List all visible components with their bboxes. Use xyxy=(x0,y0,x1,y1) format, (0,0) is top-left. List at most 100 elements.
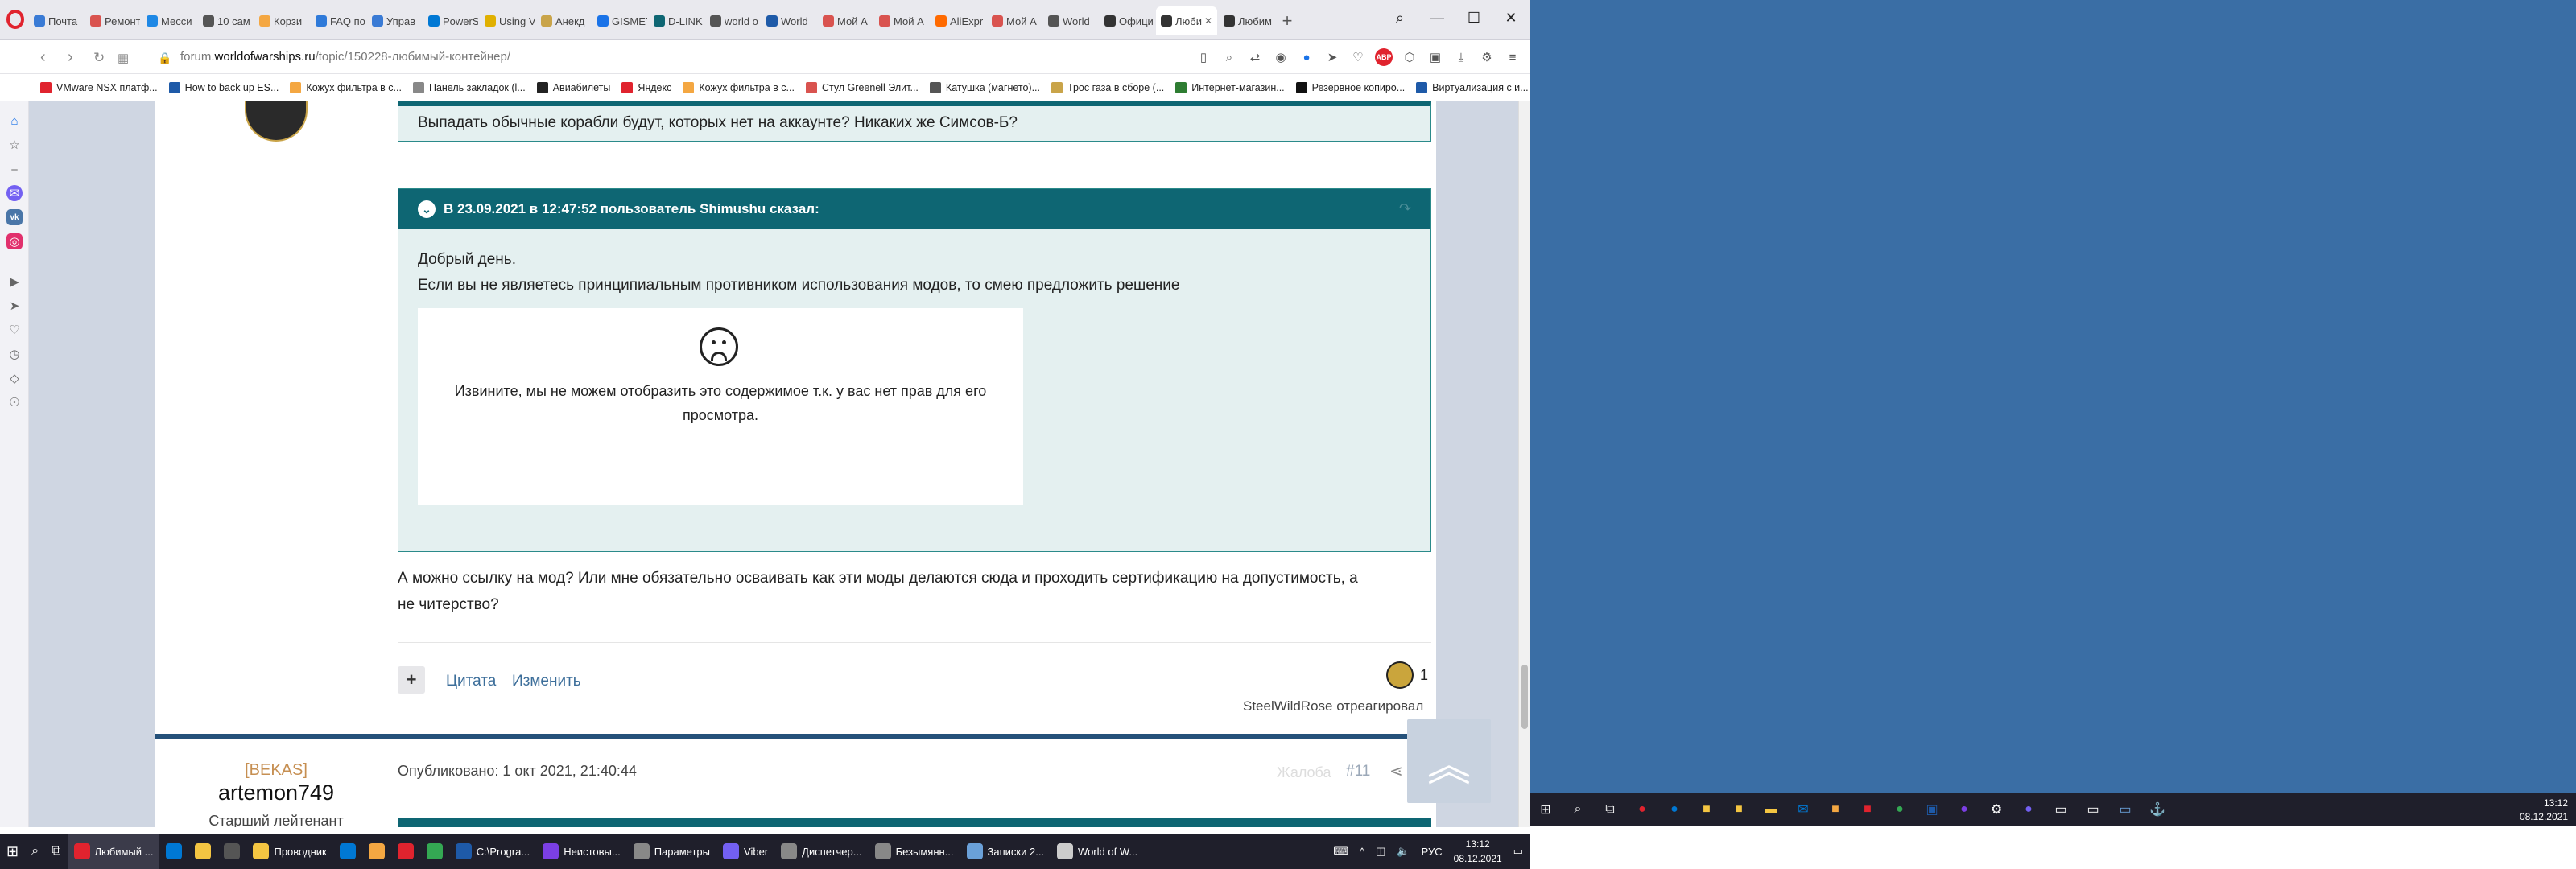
send-icon[interactable]: ➤ xyxy=(1323,48,1341,66)
bookmark-item[interactable]: How to back up ES... xyxy=(168,81,279,93)
browser-tab[interactable]: Любим xyxy=(1219,6,1274,35)
network-icon[interactable]: ◫ xyxy=(1376,845,1385,858)
scrollbar-thumb[interactable] xyxy=(1521,665,1528,729)
task-view-icon[interactable]: ⧉ xyxy=(1600,800,1620,819)
multiquote-button[interactable]: + xyxy=(398,666,425,694)
taskbar-app[interactable]: C:\Progra... xyxy=(449,834,536,869)
favorites-icon[interactable]: ♡ xyxy=(6,322,23,338)
browser-tab[interactable]: Месси xyxy=(142,6,196,35)
task-view-icon[interactable]: ⧉ xyxy=(45,834,67,869)
clock-icon[interactable]: ◷ xyxy=(6,346,23,362)
wallet-icon[interactable]: ▣ xyxy=(1426,48,1444,66)
clan-tag[interactable]: [BEKAS] xyxy=(216,761,336,780)
chevron-up-icon[interactable]: ^ xyxy=(1360,846,1364,858)
bookmark-item[interactable]: Яндекс xyxy=(621,81,671,93)
browser-tab[interactable]: FAQ по xyxy=(311,6,365,35)
browser-tab[interactable]: Using V xyxy=(480,6,535,35)
username[interactable]: artemon749 xyxy=(208,780,345,805)
taskbar-app[interactable]: Viber xyxy=(716,834,774,869)
bookmark-item[interactable]: Кожух фильтра в с... xyxy=(683,81,795,93)
browser-tab[interactable]: 10 сам xyxy=(198,6,253,35)
browser-tab[interactable]: Анекд xyxy=(536,6,591,35)
folder-icon[interactable]: ▬ xyxy=(1761,800,1781,819)
edit-link[interactable]: Изменить xyxy=(512,673,581,690)
browser-tab[interactable]: world o xyxy=(705,6,760,35)
url-field[interactable]: forum.worldofwarships.ru/topic/150228-лю… xyxy=(180,50,510,64)
bookmark-item[interactable]: Виртуализация с и... xyxy=(1416,81,1529,93)
browser-tab[interactable]: Мой A xyxy=(874,6,929,35)
notifications-icon[interactable]: ▭ xyxy=(1513,845,1523,858)
lightbulb-icon[interactable]: ☉ xyxy=(6,394,23,410)
box-icon[interactable]: ◇ xyxy=(6,370,23,386)
post-number[interactable]: #11 xyxy=(1346,763,1370,780)
settings-icon[interactable]: ⚙ xyxy=(1478,48,1496,66)
app-icon[interactable]: ■ xyxy=(1697,800,1716,819)
adblock-icon[interactable]: ABP xyxy=(1375,48,1393,66)
translate-icon[interactable]: ⇄ xyxy=(1246,48,1264,66)
home-icon[interactable]: ⌂ xyxy=(6,113,23,129)
share-icon[interactable]: ⋖ xyxy=(1389,761,1403,781)
app-icon[interactable]: ■ xyxy=(1826,800,1845,819)
history-icon[interactable]: ⎯ xyxy=(6,161,23,177)
taskbar-app[interactable] xyxy=(420,834,449,869)
browser-tab[interactable]: Ремонт xyxy=(85,6,140,35)
reacted-by[interactable]: SteelWildRose отреагировал xyxy=(1243,698,1423,715)
close-window-button[interactable]: ✕ xyxy=(1492,0,1530,35)
zoom-icon[interactable]: ⌕ xyxy=(1220,48,1238,66)
scroll-to-top-button[interactable]: ︽ xyxy=(1407,719,1491,803)
taskbar-app[interactable] xyxy=(362,834,391,869)
clock[interactable]: 13:12 08.12.2021 xyxy=(1454,837,1502,866)
taskbar-app[interactable] xyxy=(391,834,420,869)
star-icon[interactable]: ☆ xyxy=(6,137,23,153)
bookmark-item[interactable]: Кожух фильтра в с... xyxy=(290,81,402,93)
taskbar-app[interactable]: Параметры xyxy=(627,834,716,869)
store-icon[interactable]: ■ xyxy=(1729,800,1748,819)
viber-icon[interactable]: ● xyxy=(2019,800,2038,819)
terminal-icon[interactable]: ▣ xyxy=(1922,800,1942,819)
camera-icon[interactable]: ◉ xyxy=(1272,48,1290,66)
app-icon[interactable]: ▭ xyxy=(2083,800,2103,819)
browser-tab[interactable]: GISMET xyxy=(592,6,647,35)
taskbar-app[interactable]: Записки 2... xyxy=(960,834,1051,869)
player-icon[interactable]: ▶ xyxy=(6,274,23,290)
bookmark-item[interactable]: Стул Greenell Элит... xyxy=(805,81,919,93)
minimize-button[interactable]: — xyxy=(1418,0,1455,35)
app-icon[interactable]: ● xyxy=(1955,800,1974,819)
bookmark-item[interactable]: Катушка (магнето)... xyxy=(929,81,1040,93)
share-arrow-icon[interactable]: ↷ xyxy=(1399,200,1411,217)
back-button[interactable]: ‹ xyxy=(40,48,46,67)
messenger-icon[interactable]: ✉ xyxy=(6,185,23,201)
app-icon[interactable]: ▭ xyxy=(2116,800,2135,819)
new-tab-button[interactable]: + xyxy=(1275,6,1299,35)
taskbar-app[interactable]: Любимый ... xyxy=(67,834,160,869)
bookmark-item[interactable]: Авиабилеты xyxy=(536,81,610,93)
taskbar-app[interactable]: World of W... xyxy=(1051,834,1144,869)
report-link[interactable]: Жалоба xyxy=(1277,764,1331,781)
send-panel-icon[interactable]: ➤ xyxy=(6,298,23,314)
browser-tab[interactable]: World xyxy=(1043,6,1098,35)
speed-dial-icon[interactable]: ▦ xyxy=(118,51,129,65)
scrollbar[interactable] xyxy=(1518,101,1530,827)
settings-icon[interactable]: ⚙ xyxy=(1987,800,2006,819)
browser-tab[interactable]: Почта xyxy=(29,6,84,35)
app-icon[interactable]: ▭ xyxy=(2051,800,2070,819)
opera-icon[interactable]: ● xyxy=(1633,800,1652,819)
bookmark-item[interactable]: Интернет-магазин... xyxy=(1175,81,1285,93)
vpn-icon[interactable]: ● xyxy=(1298,48,1315,66)
browser-tab[interactable]: Мой A xyxy=(987,6,1042,35)
taskbar-app[interactable]: Неистовы... xyxy=(536,834,627,869)
taskbar-app[interactable] xyxy=(159,834,188,869)
chevron-down-icon[interactable]: ⌄ xyxy=(418,200,436,218)
reader-icon[interactable]: ▯ xyxy=(1195,48,1212,66)
browser-tab[interactable]: Люби ✕ xyxy=(1156,6,1217,35)
opera-menu-icon[interactable] xyxy=(6,10,24,29)
taskbar-app[interactable]: Безымянн... xyxy=(869,834,960,869)
search-tabs-icon[interactable]: ⌕ xyxy=(1381,0,1418,35)
keyboard-icon[interactable]: ⌨ xyxy=(1333,845,1348,858)
browser-tab[interactable]: World xyxy=(762,6,816,35)
language-indicator[interactable]: РУС xyxy=(1422,846,1443,858)
taskbar-app[interactable]: Диспетчер... xyxy=(774,834,868,869)
bookmark-item[interactable]: VMware NSX платф... xyxy=(40,81,158,93)
taskbar-app[interactable] xyxy=(188,834,217,869)
download-icon[interactable]: ⤓ xyxy=(1452,48,1470,66)
